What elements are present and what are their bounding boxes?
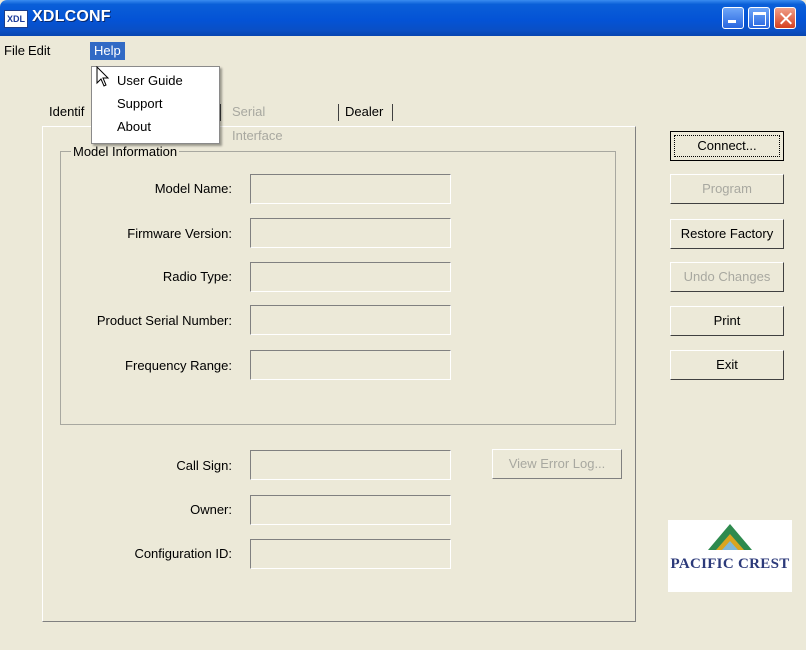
frequency-range-field[interactable] bbox=[250, 350, 451, 380]
model-information-legend: Model Information bbox=[71, 144, 180, 159]
product-serial-number-label: Product Serial Number: bbox=[96, 313, 232, 328]
menu-edit[interactable]: Edit bbox=[24, 42, 54, 60]
tab-divider bbox=[392, 104, 393, 121]
close-button[interactable] bbox=[774, 7, 796, 29]
logo-text: PACIFIC CREST bbox=[670, 556, 790, 572]
menu-item-support[interactable]: Support bbox=[117, 96, 163, 111]
program-button[interactable]: Program bbox=[670, 174, 784, 204]
tab-divider bbox=[338, 104, 339, 121]
undo-changes-button[interactable]: Undo Changes bbox=[670, 262, 784, 292]
radio-type-label: Radio Type: bbox=[162, 269, 232, 284]
owner-label: Owner: bbox=[190, 502, 232, 517]
xdlconf-window: XDL XDLCONF File Edit Help User Guide Su… bbox=[0, 0, 806, 650]
tab-divider bbox=[220, 104, 221, 121]
tab-identification[interactable]: Identif bbox=[49, 100, 84, 124]
pacific-crest-logo: PACIFIC CREST bbox=[668, 520, 792, 592]
help-dropdown: User Guide Support About bbox=[91, 66, 220, 144]
radio-type-field[interactable] bbox=[250, 262, 451, 292]
model-name-field[interactable] bbox=[250, 174, 451, 204]
call-sign-label: Call Sign: bbox=[176, 458, 232, 473]
exit-button[interactable]: Exit bbox=[670, 350, 784, 380]
view-error-log-button[interactable]: View Error Log... bbox=[492, 449, 622, 479]
mouse-cursor-icon bbox=[96, 66, 110, 87]
tab-dealer[interactable]: Dealer bbox=[345, 100, 383, 124]
title-bar[interactable]: XDL XDLCONF bbox=[0, 0, 806, 36]
print-button[interactable]: Print bbox=[670, 306, 784, 336]
firmware-version-field[interactable] bbox=[250, 218, 451, 248]
window-title: XDLCONF bbox=[32, 8, 111, 25]
connect-button-label: Connect... bbox=[674, 135, 780, 157]
model-name-label: Model Name: bbox=[154, 181, 232, 196]
owner-field[interactable] bbox=[250, 495, 451, 525]
connect-button[interactable]: Connect... bbox=[670, 131, 784, 161]
mountain-logo-icon bbox=[708, 524, 752, 550]
minimize-button[interactable] bbox=[722, 7, 744, 29]
configuration-id-field[interactable] bbox=[250, 539, 451, 569]
menu-item-user-guide[interactable]: User Guide bbox=[117, 73, 183, 88]
firmware-version-label: Firmware Version: bbox=[127, 226, 232, 241]
maximize-button[interactable] bbox=[748, 7, 770, 29]
product-serial-number-field[interactable] bbox=[250, 305, 451, 335]
menu-help[interactable]: Help bbox=[90, 42, 125, 60]
configuration-id-label: Configuration ID: bbox=[134, 546, 232, 561]
tab-serial-interface[interactable]: Serial Interface bbox=[232, 100, 283, 143]
frequency-range-label: Frequency Range: bbox=[125, 358, 232, 373]
menu-bar: File Edit Help bbox=[0, 40, 806, 62]
app-icon: XDL bbox=[4, 10, 28, 28]
restore-factory-button[interactable]: Restore Factory bbox=[670, 219, 784, 249]
call-sign-field[interactable] bbox=[250, 450, 451, 480]
menu-item-about[interactable]: About bbox=[117, 119, 151, 134]
